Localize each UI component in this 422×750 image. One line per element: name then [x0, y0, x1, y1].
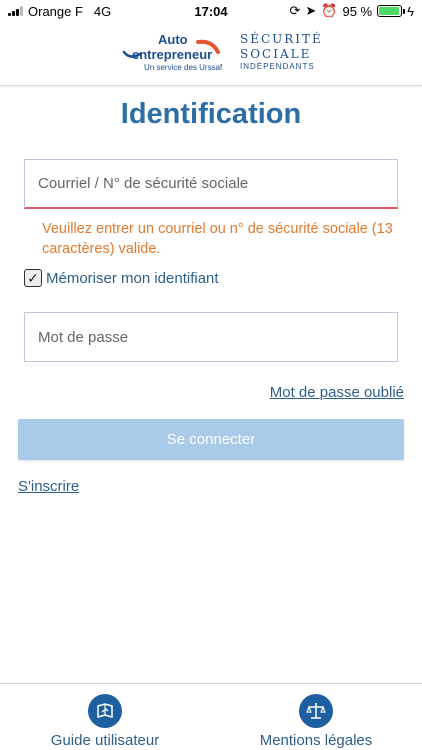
forgot-password-link[interactable]: Mot de passe oublié	[270, 384, 404, 401]
footer-legal-label: Mentions légales	[259, 732, 373, 749]
remember-identifier-toggle[interactable]: ✓ Mémoriser mon identifiant	[24, 269, 219, 287]
signal-icon	[8, 6, 23, 16]
identifier-input[interactable]	[38, 175, 384, 192]
carrier-label: Orange F	[28, 3, 83, 19]
battery-icon	[377, 5, 406, 17]
logo-auto-text: Auto	[158, 32, 188, 47]
checkbox-checked-icon[interactable]: ✓	[24, 269, 42, 287]
charging-icon: ϟ	[407, 3, 414, 19]
scales-icon[interactable]	[299, 694, 333, 728]
logo-ss-line3: INDÉPENDANTS	[240, 62, 315, 71]
logo-entrepreneur-text: entrepreneur	[132, 47, 213, 62]
connect-button[interactable]: Se connecter	[18, 419, 404, 460]
network-label: 4G	[93, 3, 112, 19]
status-left: Orange F 4G	[8, 4, 111, 19]
alarm-icon: ⏰	[321, 3, 338, 18]
location-icon: ➤	[305, 3, 317, 18]
identifier-error-message: Veuillez entrer un courriel ou n° de séc…	[42, 221, 393, 257]
auto-entrepreneur-logo: Auto entrepreneur Un service des Urssaf	[112, 32, 224, 78]
signup-link[interactable]: S'inscrire	[18, 478, 79, 495]
battery-percent: 95 %	[342, 3, 373, 19]
guide-icon[interactable]	[88, 694, 122, 728]
status-right: ⟳ ➤ ⏰ 95 % ϟ	[289, 3, 414, 19]
remember-identifier-label: Mémoriser mon identifiant	[46, 269, 219, 287]
app-header: Auto entrepreneur Un service des Urssaf …	[0, 22, 422, 86]
footer-bar: Guide utilisateur Mentions légales	[0, 683, 422, 750]
footer-legal-button[interactable]: Mentions légales	[236, 694, 396, 749]
status-time: 17:04	[194, 3, 228, 19]
footer-guide-label: Guide utilisateur	[50, 732, 160, 749]
lock-rotation-icon: ⟳	[289, 3, 301, 18]
footer-guide-button[interactable]: Guide utilisateur	[25, 694, 185, 749]
logo-service-text: Un service des Urssaf	[144, 63, 223, 72]
page-title: Identification	[120, 98, 302, 130]
identifier-field[interactable]	[24, 159, 398, 209]
status-bar: Orange F 4G 17:04 ⟳ ➤ ⏰ 95 % ϟ	[0, 0, 422, 22]
securite-sociale-logo: SÉCURITÉ SOCIALE INDÉPENDANTS	[240, 32, 323, 78]
logo-ss-line1: SÉCURITÉ	[240, 32, 323, 46]
logo-ss-line2: SOCIALE	[240, 47, 312, 61]
password-input[interactable]	[38, 328, 384, 346]
password-field[interactable]	[24, 312, 398, 362]
